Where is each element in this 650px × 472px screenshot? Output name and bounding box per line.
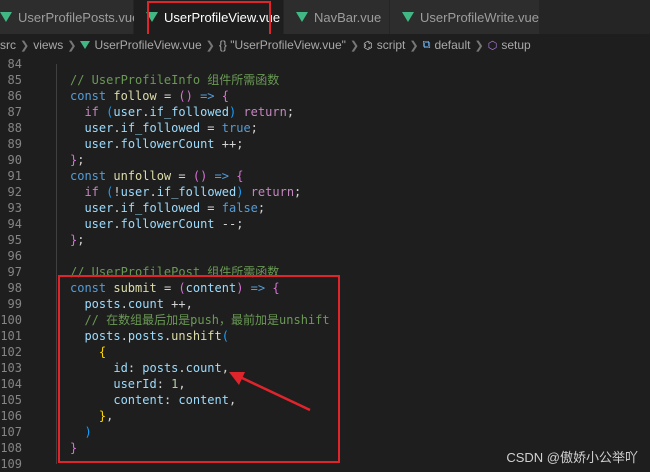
arrow-shaft — [239, 375, 311, 412]
watermark: CSDN @傲娇小公举吖 — [506, 450, 638, 465]
annotation-arrow — [229, 372, 311, 412]
